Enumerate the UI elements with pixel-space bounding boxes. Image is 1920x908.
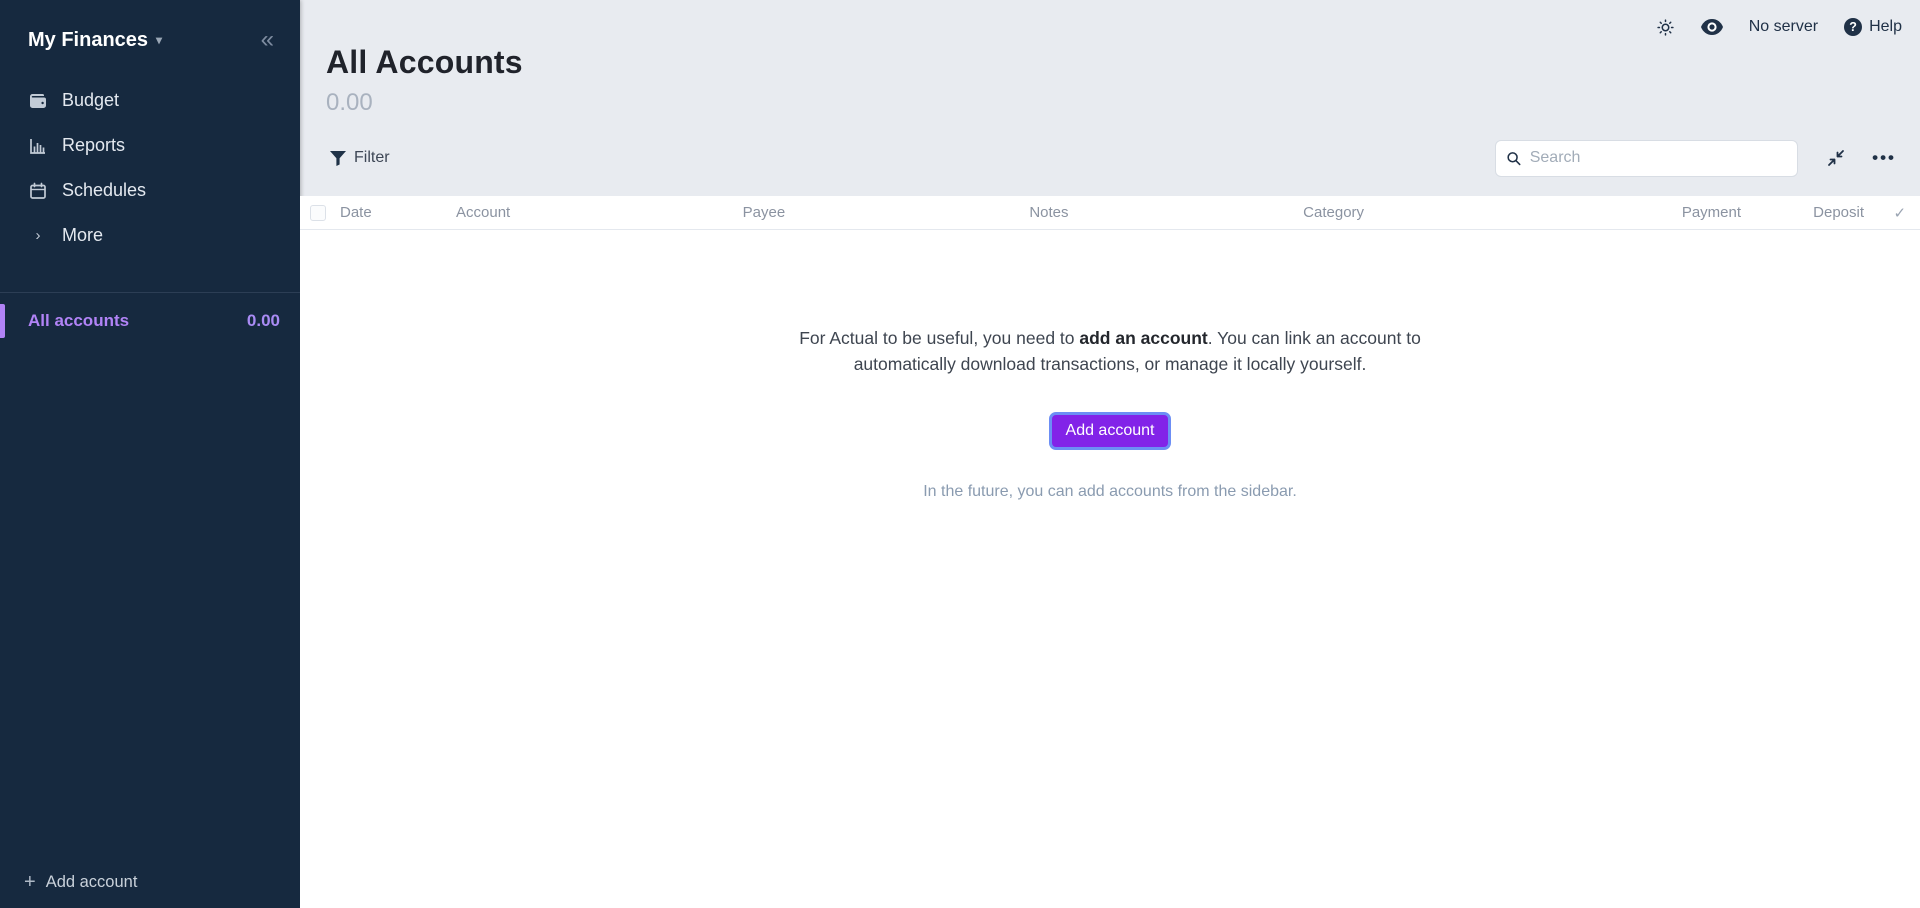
page-title: All Accounts	[326, 44, 1920, 81]
search-box[interactable]	[1495, 140, 1798, 177]
bar-chart-icon	[28, 136, 48, 156]
active-indicator-bar	[0, 304, 5, 338]
sidebar-item-label: More	[62, 225, 103, 246]
toolbar: Filter •••	[300, 139, 1920, 177]
all-accounts-balance: 0.00	[247, 311, 280, 331]
filter-button[interactable]: Filter	[330, 149, 390, 167]
sidebar: My Finances ▾ « Budget Reports Schedules…	[0, 0, 300, 908]
server-status-button[interactable]: No server	[1749, 18, 1818, 36]
column-header-payment[interactable]: Payment	[1641, 204, 1741, 221]
empty-state-message: For Actual to be useful, you need to add…	[760, 325, 1460, 377]
transactions-empty-state: For Actual to be useful, you need to add…	[300, 230, 1920, 908]
all-accounts-label: All accounts	[28, 311, 129, 331]
calendar-icon	[28, 181, 48, 201]
page-balance: 0.00	[326, 89, 1920, 117]
caret-down-icon: ▾	[156, 33, 162, 47]
column-header-payee[interactable]: Payee	[743, 204, 1030, 221]
search-input[interactable]	[1530, 149, 1787, 167]
wallet-icon	[28, 91, 48, 111]
help-label: Help	[1869, 18, 1902, 36]
future-note: In the future, you can add accounts from…	[923, 483, 1297, 501]
page-header: All Accounts 0.00	[300, 42, 1920, 117]
theme-toggle-button[interactable]	[1656, 18, 1675, 37]
collapse-transactions-button[interactable]	[1826, 148, 1846, 168]
budget-switcher[interactable]: My Finances ▾	[28, 29, 162, 52]
eye-icon	[1701, 19, 1723, 35]
privacy-toggle-button[interactable]	[1701, 19, 1723, 35]
sidebar-item-label: Reports	[62, 135, 125, 156]
sidebar-collapse-button[interactable]: «	[257, 26, 278, 54]
question-mark-icon: ?	[1844, 18, 1862, 36]
column-header-notes[interactable]: Notes	[1029, 204, 1303, 221]
shrink-arrows-icon	[1826, 148, 1846, 168]
sidebar-item-more[interactable]: › More	[0, 213, 300, 258]
column-header-category[interactable]: Category	[1303, 204, 1641, 221]
chevron-right-icon: ›	[28, 227, 48, 244]
column-header-account[interactable]: Account	[456, 204, 743, 221]
sidebar-item-schedules[interactable]: Schedules	[0, 168, 300, 213]
budget-name: My Finances	[28, 29, 148, 52]
plus-icon: +	[24, 872, 36, 892]
help-button[interactable]: ? Help	[1844, 18, 1902, 36]
sidebar-add-account-button[interactable]: + Add account	[0, 858, 300, 908]
filter-label: Filter	[354, 149, 390, 167]
sidebar-add-account-label: Add account	[46, 873, 138, 892]
sun-icon	[1656, 18, 1675, 37]
topbar: No server ? Help	[300, 0, 1920, 42]
main-content: No server ? Help All Accounts 0.00 Filte…	[300, 0, 1920, 908]
add-account-button[interactable]: Add account	[1049, 412, 1172, 450]
column-header-deposit[interactable]: Deposit	[1741, 204, 1864, 221]
column-header-date[interactable]: Date	[326, 204, 456, 221]
sidebar-header: My Finances ▾ «	[0, 0, 300, 64]
sidebar-item-label: Budget	[62, 90, 119, 111]
cleared-check-icon[interactable]: ✓	[1864, 204, 1906, 222]
sidebar-item-budget[interactable]: Budget	[0, 78, 300, 123]
sidebar-item-all-accounts[interactable]: All accounts 0.00	[0, 301, 300, 341]
sidebar-divider	[0, 292, 300, 293]
message-part-1: For Actual to be useful, you need to	[799, 328, 1079, 348]
message-bold: add an account	[1079, 328, 1207, 348]
select-all-checkbox[interactable]	[310, 205, 326, 221]
search-icon	[1506, 150, 1522, 167]
transactions-table-header: Date Account Payee Notes Category Paymen…	[300, 196, 1920, 230]
sidebar-item-reports[interactable]: Reports	[0, 123, 300, 168]
funnel-icon	[330, 151, 346, 166]
sidebar-nav: Budget Reports Schedules › More	[0, 78, 300, 258]
sidebar-item-label: Schedules	[62, 180, 146, 201]
